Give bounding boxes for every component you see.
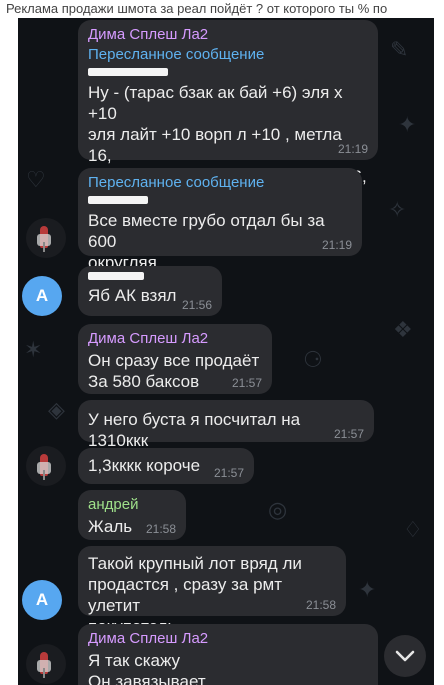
scroll-down-button[interactable] [384, 635, 426, 677]
avatar[interactable] [26, 644, 66, 684]
chevron-down-icon [395, 650, 415, 662]
page-header: Реклама продажи шмота за реал пойдёт ? о… [0, 0, 444, 18]
message-time: 21:57 [333, 427, 364, 441]
joystick-icon: ◎ [268, 498, 288, 523]
message-time: 21:57 [213, 466, 244, 480]
message-bubble[interactable]: андрей Жаль 21:58 [78, 490, 186, 540]
forwarded-label: Пересланное сообщение [88, 46, 265, 63]
message-time: 21:58 [145, 522, 176, 536]
gamepad-icon: ⚆ [303, 348, 323, 373]
message-text: У него буста я посчитал на 1310ккк [88, 410, 301, 450]
redacted-name [88, 272, 144, 280]
message-bubble[interactable]: У него буста я посчитал на 1310ккк 21:57 [78, 400, 374, 450]
message-text: Все вместе грубо отдал бы за 600 округля… [88, 211, 325, 272]
message-bubble[interactable]: Дима Сплеш Ла2 Я так скажу Он завязывает [78, 624, 378, 685]
sender-name: андрей [88, 496, 139, 513]
controller-icon: ❖ [393, 318, 413, 343]
message-time: 21:19 [321, 238, 352, 252]
message-bubble[interactable]: Пересланное сообщение Все вместе грубо о… [78, 168, 362, 272]
heart-icon: ♢ [403, 518, 423, 543]
avatar[interactable]: A [22, 580, 62, 620]
message-time: 21:19 [337, 142, 368, 156]
message-time: 21:58 [305, 598, 336, 612]
redacted-name [88, 196, 148, 204]
message-bubble[interactable]: Такой крупный лот вряд ли продастся , ср… [78, 546, 346, 636]
sender-name: Дима Сплеш Ла2 [88, 330, 209, 347]
message-time: 21:56 [181, 298, 212, 312]
message-bubble[interactable]: Дима Сплеш Ла2 Пересланное сообщение Ну … [78, 20, 378, 207]
avatar[interactable] [26, 218, 66, 258]
message-bubble[interactable]: 1,3кккк короче 21:57 [78, 448, 254, 484]
star-icon: ✦ [358, 578, 377, 603]
sender-name: Дима Сплеш Ла2 [88, 26, 209, 43]
avatar[interactable]: A [22, 276, 62, 316]
avatar[interactable] [26, 446, 66, 486]
redacted-name [88, 68, 168, 76]
gamepad-icon: ✎ [390, 38, 409, 63]
forwarded-label: Пересланное сообщение [88, 174, 265, 191]
message-bubble[interactable]: Дима Сплеш Ла2 Он сразу все продаёт За 5… [78, 324, 272, 394]
heart-icon: ♡ [26, 168, 46, 193]
joystick-icon: ✧ [388, 198, 407, 223]
sender-name: Дима Сплеш Ла2 [88, 630, 209, 647]
chat-window[interactable]: ✎ ✦ ♡ ✧ ❖ ✶ ⚆ ◈ ◎ ♢ ✦ Дима Сплеш Ла2 Пер… [18, 18, 434, 685]
star-icon: ✦ [398, 113, 417, 138]
message-text: Я так скажу Он завязывает [88, 651, 206, 685]
message-time: 21:57 [231, 376, 262, 390]
star-icon: ✶ [24, 338, 43, 363]
controller-icon: ◈ [48, 398, 65, 423]
message-bubble[interactable]: Яб АК взял 21:56 [78, 266, 222, 316]
